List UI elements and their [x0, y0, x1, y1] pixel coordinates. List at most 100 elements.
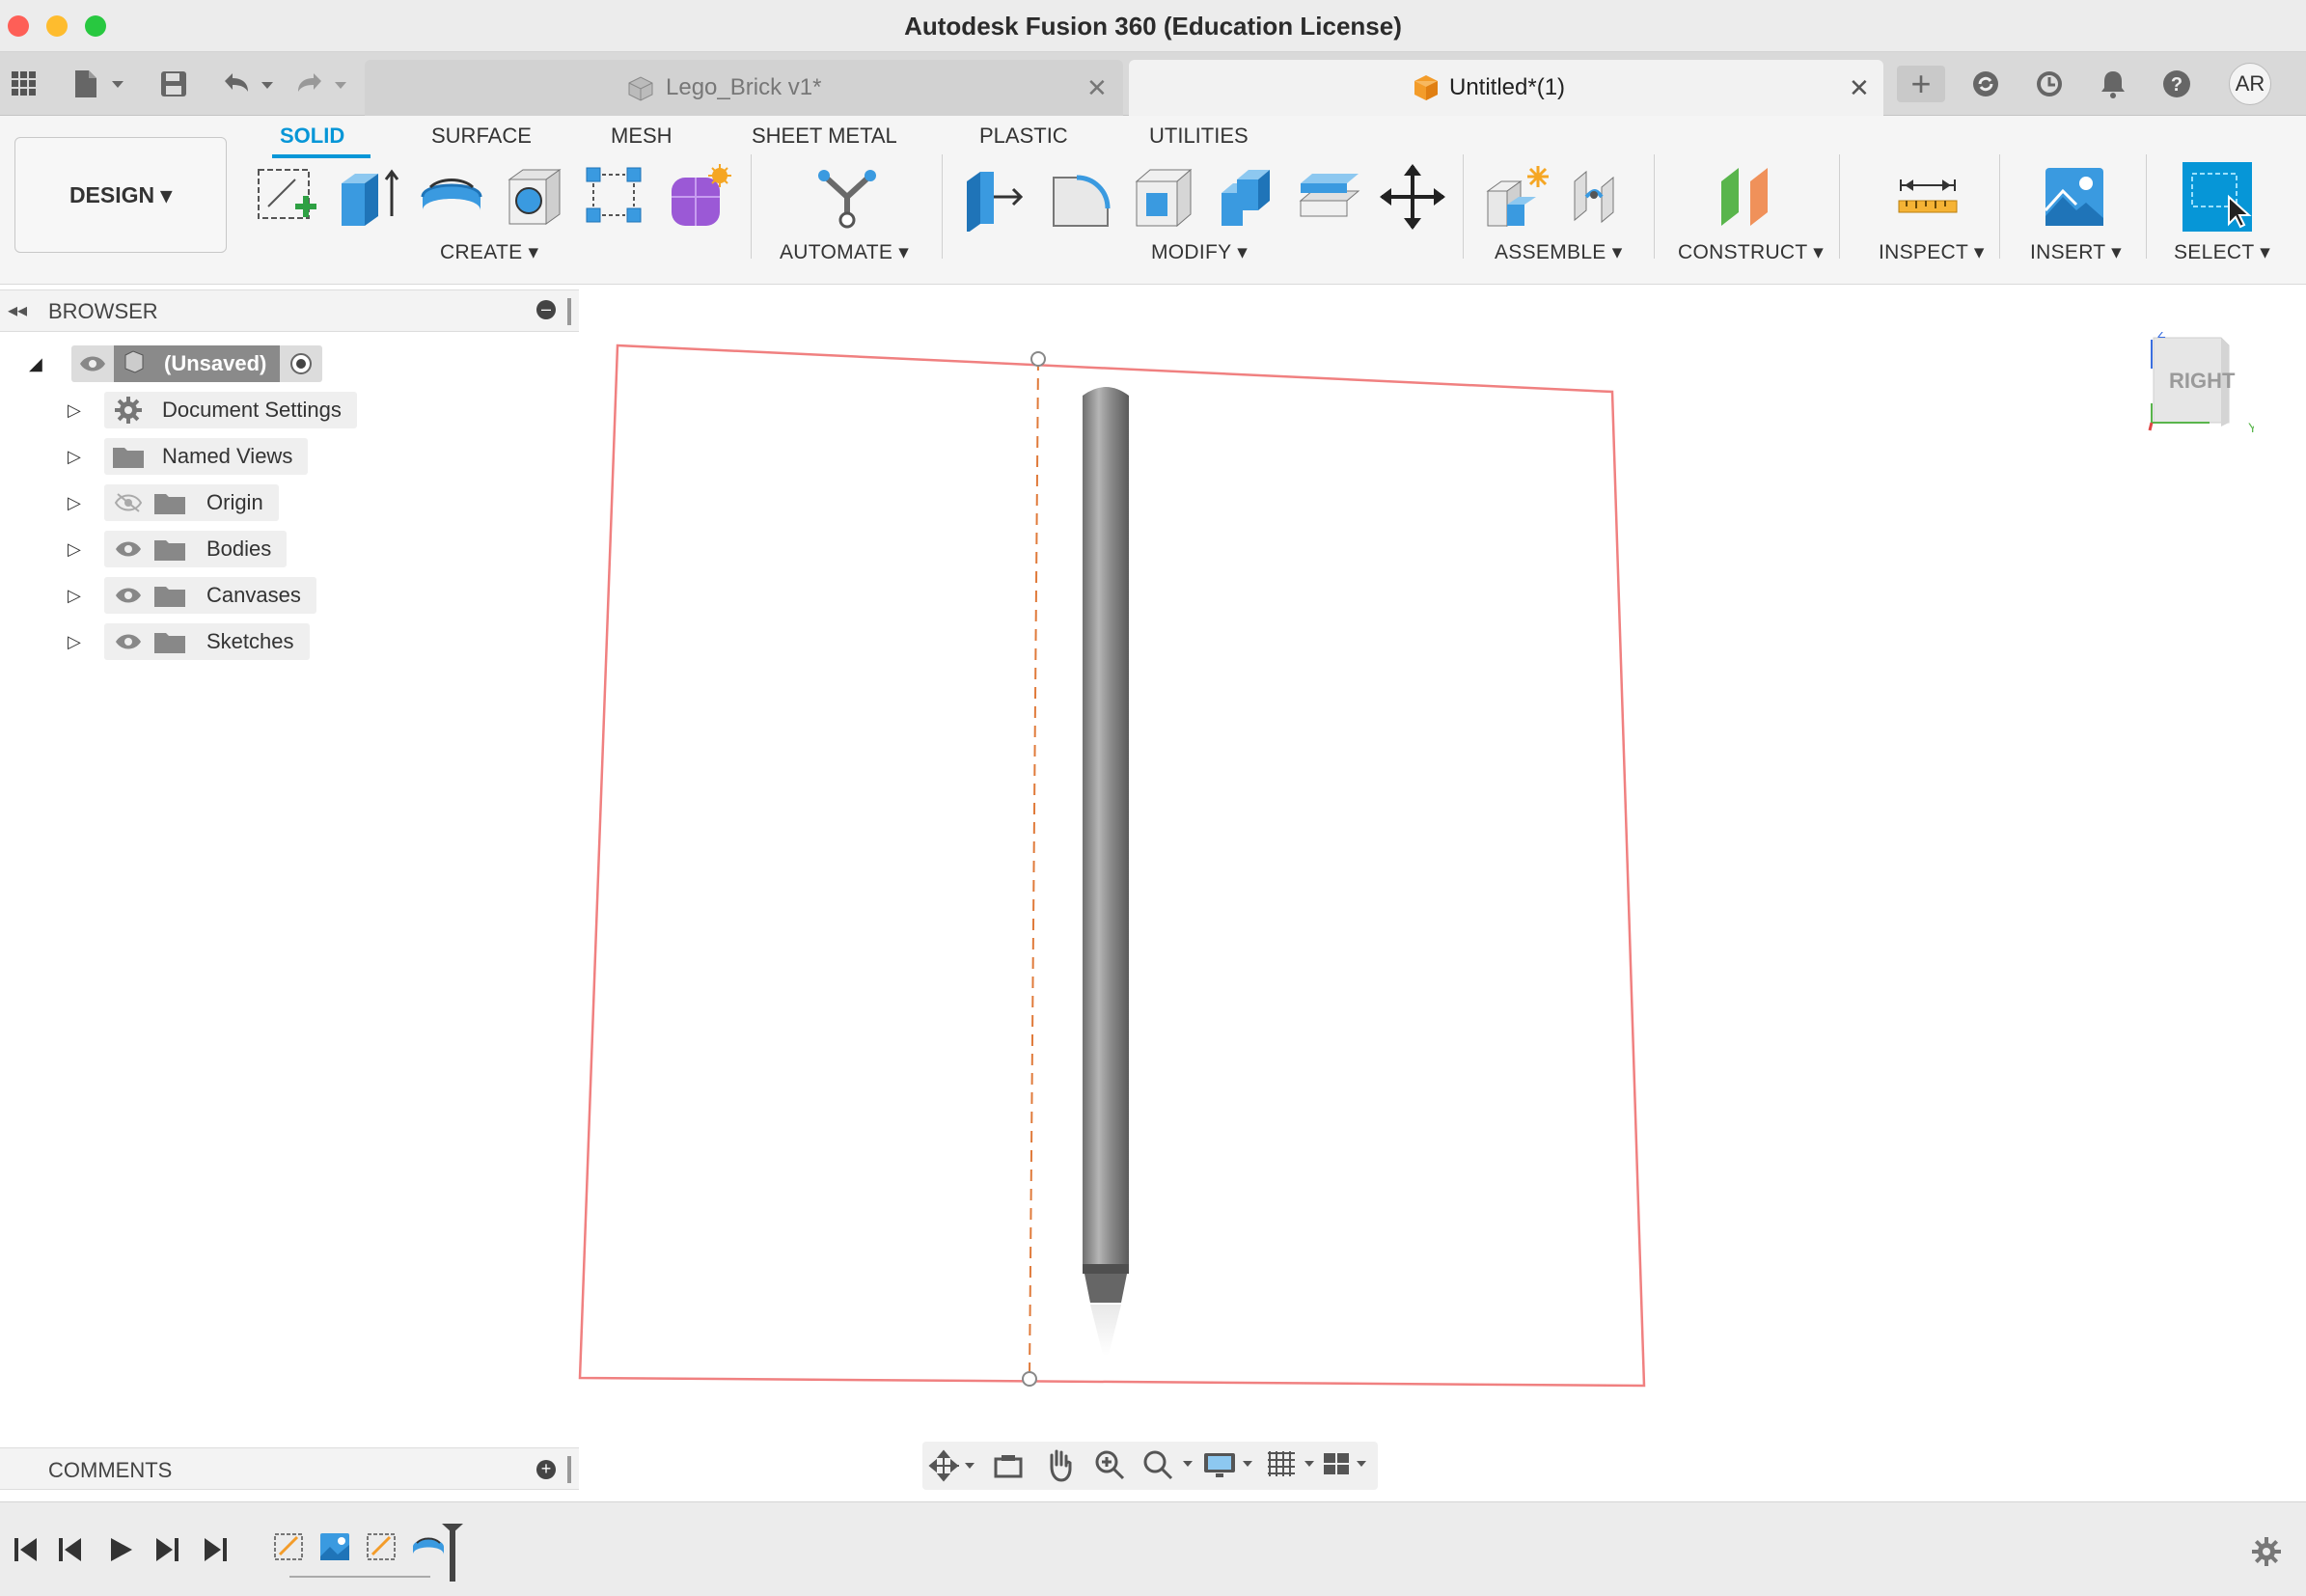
close-tab-icon[interactable]: ✕ — [1849, 73, 1870, 103]
canvas-handle-top — [1030, 351, 1046, 367]
canvas-scene[interactable] — [0, 286, 2306, 1501]
new-tab-button[interactable]: + — [1897, 66, 1945, 102]
orbit-icon[interactable] — [928, 1449, 976, 1487]
ribbon-divider — [942, 154, 943, 259]
app-title: Autodesk Fusion 360 (Education License) — [904, 12, 1402, 41]
extrude-icon[interactable] — [334, 162, 403, 232]
canvas-handle-bottom — [1022, 1371, 1037, 1387]
viewport[interactable]: Z Y RIGHT — [0, 286, 2306, 1501]
tab-utilities[interactable]: UTILITIES — [1149, 124, 1249, 149]
tab-solid[interactable]: SOLID — [280, 124, 344, 149]
save-icon[interactable] — [156, 66, 191, 102]
tab-untitled[interactable]: Untitled*(1) ✕ — [1129, 60, 1883, 116]
select-window-icon[interactable] — [2182, 162, 2252, 232]
pan-hand-icon[interactable] — [1042, 1447, 1077, 1487]
timeline-marker[interactable] — [450, 1527, 455, 1582]
joint-icon[interactable] — [1565, 162, 1634, 232]
ribbon-divider — [1654, 154, 1655, 259]
tab-surface[interactable]: SURFACE — [431, 124, 532, 149]
tab-label: Untitled*(1) — [1449, 74, 1566, 100]
zoom-window-icon[interactable] — [1140, 1447, 1196, 1487]
title-bar: Autodesk Fusion 360 (Education License) — [0, 0, 2306, 52]
select-menu[interactable]: SELECT ▾ — [2174, 240, 2270, 264]
timeline-sketch-icon[interactable] — [365, 1529, 399, 1569]
construct-menu[interactable]: CONSTRUCT ▾ — [1678, 240, 1824, 264]
add-comment-icon[interactable]: + — [536, 1460, 556, 1479]
ribbon-divider — [751, 154, 752, 259]
create-form-icon[interactable] — [664, 162, 733, 232]
timeline-bar — [0, 1501, 2306, 1596]
toolbar-ribbon: DESIGN ▾ SOLID SURFACE MESH SHEET METAL … — [0, 116, 2306, 285]
close-tab-icon[interactable]: ✕ — [1086, 73, 1108, 103]
job-status-icon[interactable] — [2032, 66, 2067, 102]
tab-sheet-metal[interactable]: SHEET METAL — [752, 124, 897, 149]
measure-icon[interactable] — [1893, 162, 1963, 232]
viewports-icon[interactable] — [1320, 1447, 1376, 1487]
create-menu[interactable]: CREATE ▾ — [440, 240, 538, 264]
create-sketch-icon[interactable] — [253, 162, 322, 232]
timeline-track — [289, 1576, 430, 1578]
display-settings-icon[interactable] — [1202, 1447, 1258, 1487]
workspace-switcher[interactable]: DESIGN ▾ — [14, 137, 227, 253]
file-menu-icon[interactable] — [68, 66, 127, 102]
modify-menu[interactable]: MODIFY ▾ — [1151, 240, 1248, 264]
zoom-icon[interactable] — [1092, 1447, 1127, 1487]
grid-snaps-icon[interactable] — [1264, 1447, 1320, 1487]
pattern-icon[interactable] — [581, 162, 650, 232]
hole-icon[interactable] — [500, 162, 569, 232]
ribbon-divider — [2146, 154, 2147, 259]
tab-lego-brick[interactable]: Lego_Brick v1* ✕ — [365, 60, 1123, 116]
insert-canvas-icon[interactable] — [2040, 162, 2109, 232]
go-to-end-icon[interactable] — [201, 1535, 230, 1569]
press-pull-icon[interactable] — [961, 162, 1030, 234]
step-back-icon[interactable] — [56, 1535, 85, 1569]
data-panel-grid-icon[interactable] — [8, 66, 41, 102]
extensions-icon[interactable] — [1968, 66, 2003, 102]
inspect-menu[interactable]: INSPECT ▾ — [1879, 240, 1985, 264]
timeline-revolve-icon[interactable] — [411, 1529, 446, 1569]
offset-face-icon[interactable] — [1295, 162, 1364, 232]
insert-menu[interactable]: INSERT ▾ — [2030, 240, 2122, 264]
offset-plane-icon[interactable] — [1716, 162, 1785, 232]
active-tab-underline — [272, 154, 371, 158]
navigation-bar — [922, 1442, 1378, 1490]
notifications-icon[interactable] — [2096, 66, 2130, 102]
combine-icon[interactable] — [1212, 162, 1281, 232]
comments-panel: COMMENTS + — [0, 1447, 579, 1490]
timeline-sketch-icon[interactable] — [272, 1529, 307, 1569]
component-icon — [1411, 73, 1441, 109]
tab-label: Lego_Brick v1* — [666, 74, 822, 100]
play-icon[interactable] — [106, 1535, 135, 1569]
viewcube-face-label: RIGHT — [2169, 369, 2236, 393]
timeline-settings-gear-icon[interactable] — [2250, 1535, 2283, 1573]
automate-menu[interactable]: AUTOMATE ▾ — [780, 240, 909, 264]
svg-text:Z: Z — [2157, 332, 2166, 341]
comments-title: COMMENTS — [48, 1458, 173, 1482]
tab-plastic[interactable]: PLASTIC — [979, 124, 1068, 149]
undo-icon[interactable] — [218, 66, 278, 102]
tab-bar: Lego_Brick v1* ✕ Untitled*(1) ✕ + ? AR — [0, 52, 2306, 116]
go-to-start-icon[interactable] — [12, 1535, 41, 1569]
svg-text:Y: Y — [2248, 420, 2254, 435]
move-copy-icon[interactable] — [1378, 162, 1447, 232]
look-at-icon[interactable] — [992, 1449, 1025, 1487]
plus-icon: + — [1910, 64, 1932, 103]
viewcube[interactable]: Z Y RIGHT — [2148, 325, 2258, 438]
help-icon[interactable]: ? — [2159, 66, 2194, 102]
panel-grip-icon[interactable] — [567, 1456, 571, 1483]
automate-icon[interactable] — [812, 162, 882, 232]
revolve-icon[interactable] — [417, 162, 486, 232]
new-component-icon[interactable] — [1482, 162, 1551, 232]
component-icon — [625, 75, 656, 109]
fillet-icon[interactable] — [1046, 162, 1115, 232]
assemble-menu[interactable]: ASSEMBLE ▾ — [1495, 240, 1623, 264]
tab-mesh[interactable]: MESH — [611, 124, 673, 149]
svg-text:?: ? — [2171, 74, 2182, 96]
redo-icon[interactable] — [291, 66, 351, 102]
step-forward-icon[interactable] — [152, 1535, 181, 1569]
user-avatar[interactable]: AR — [2229, 63, 2271, 105]
pencil-body — [1083, 387, 1129, 1356]
timeline-canvas-icon[interactable] — [318, 1529, 353, 1569]
ribbon-divider — [1463, 154, 1464, 259]
shell-icon[interactable] — [1129, 162, 1198, 232]
